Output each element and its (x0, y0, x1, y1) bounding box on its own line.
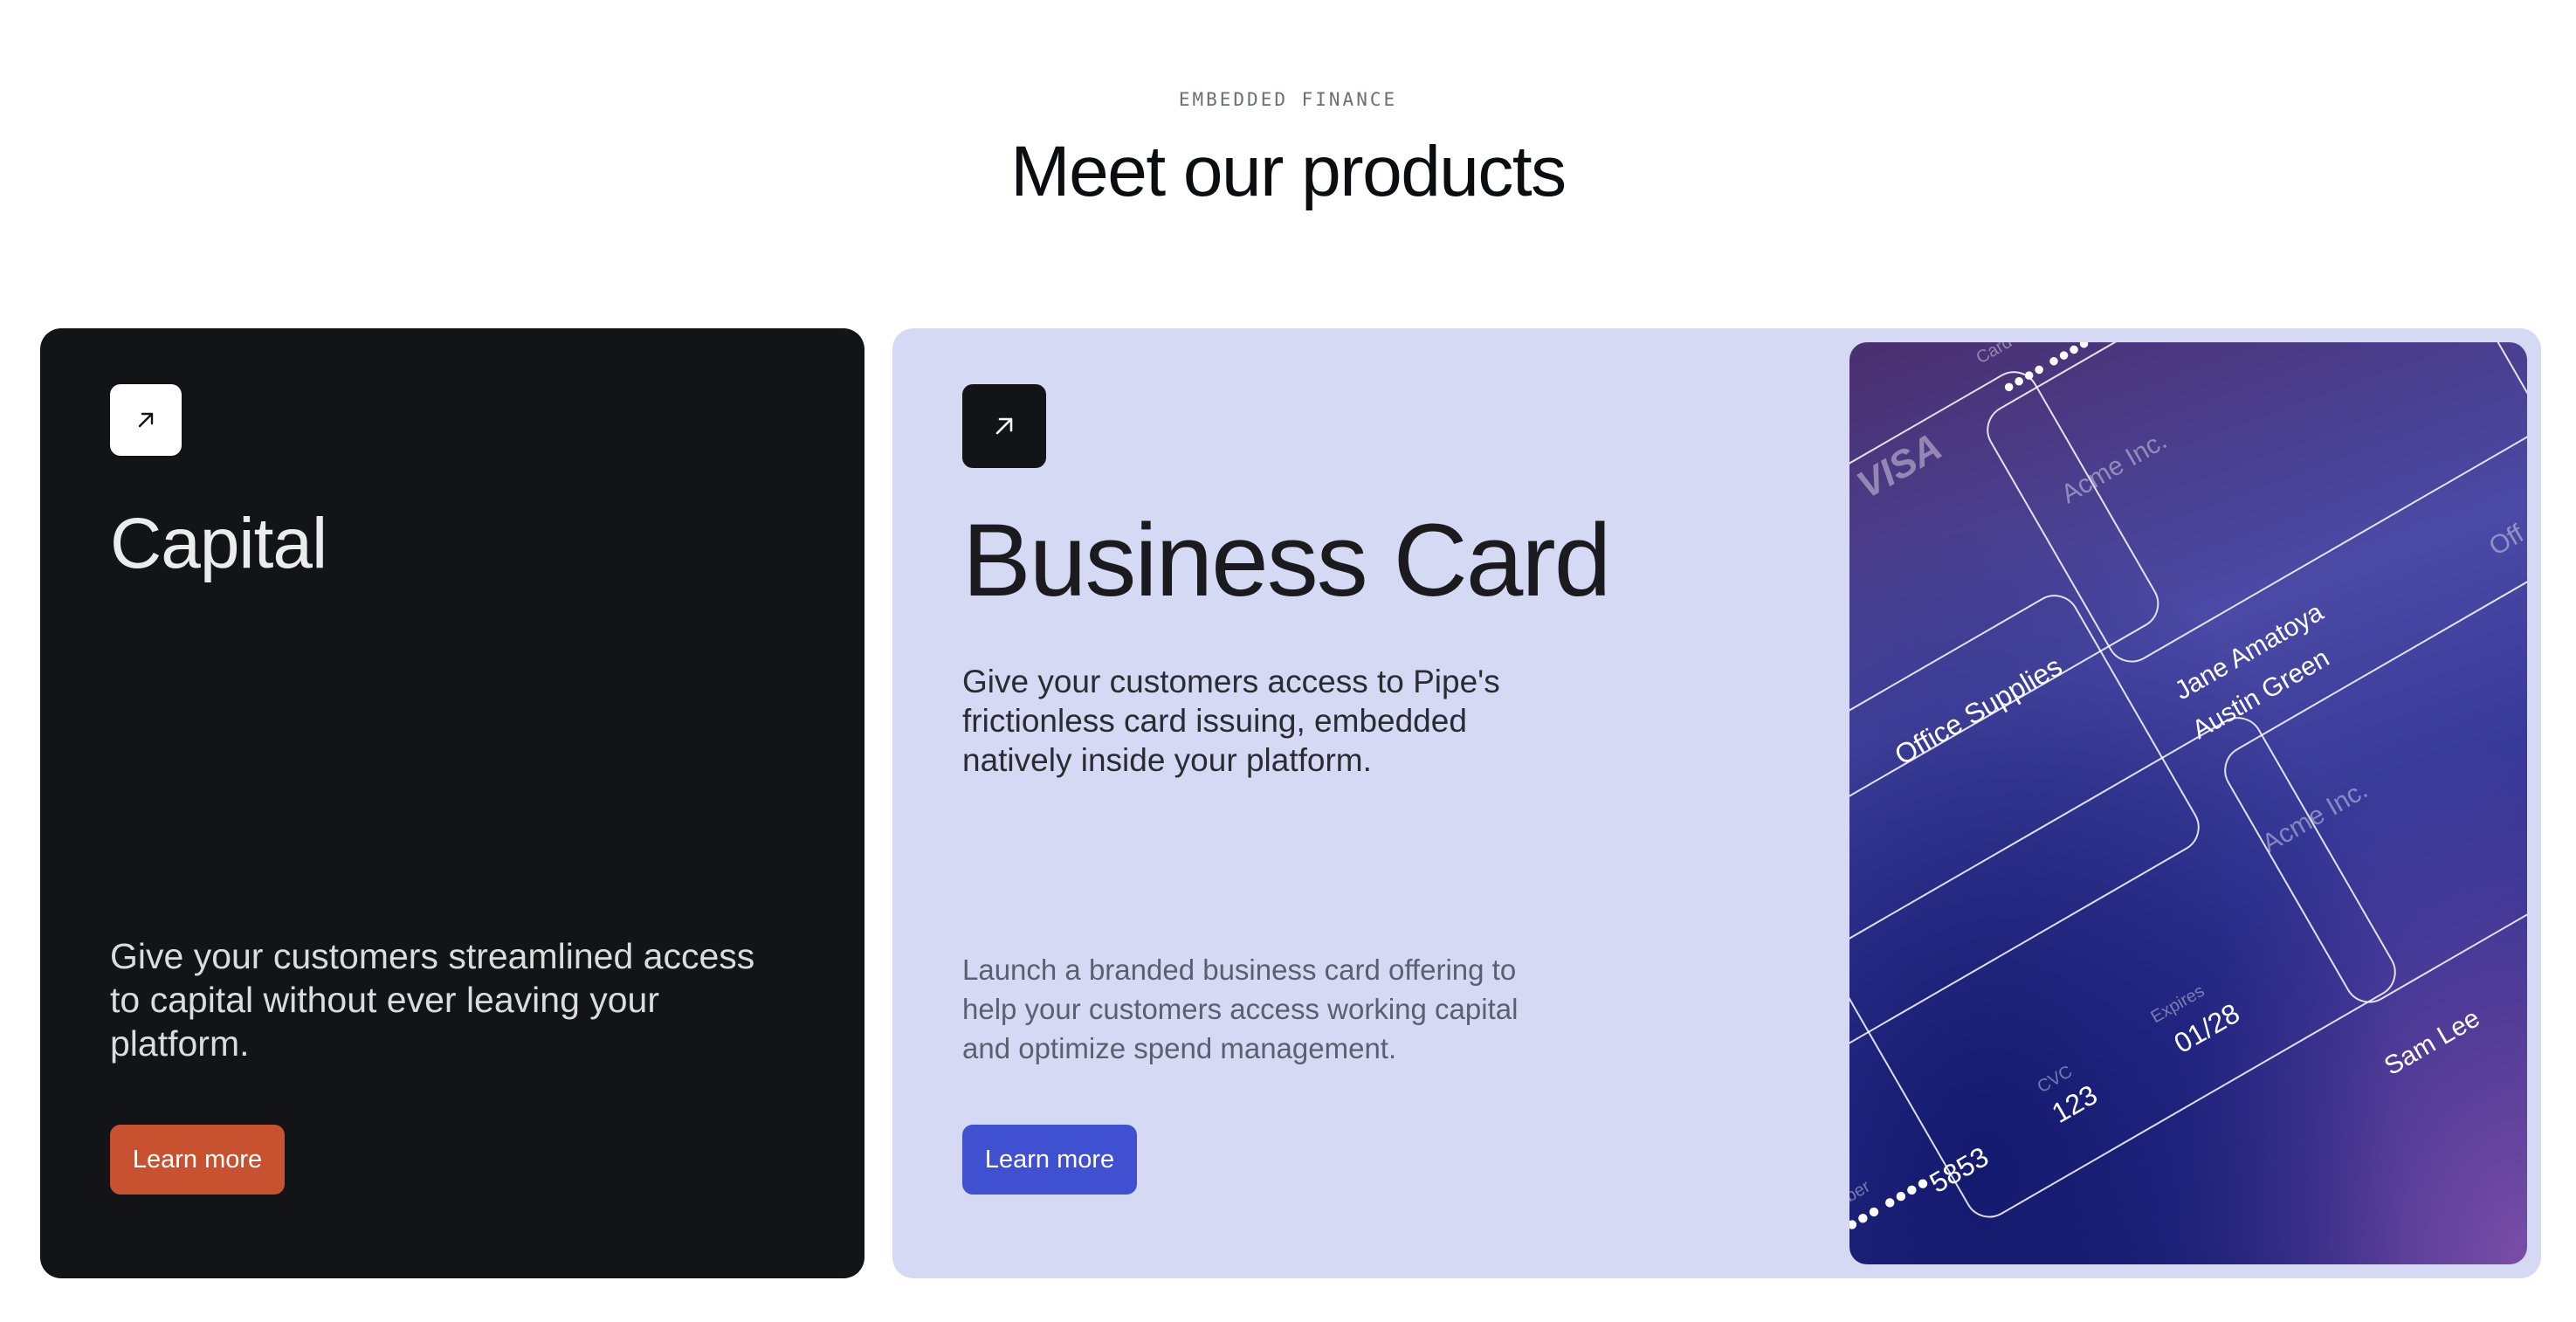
card-number-last4: 5853 (1925, 1140, 1994, 1199)
card-company-3: Off (2484, 519, 2527, 561)
business-card-subtext: Launch a branded business card offering … (962, 954, 1519, 1064)
business-card-card[interactable]: Business Card Give your customers access… (892, 328, 2541, 1278)
capital-card[interactable]: Capital Give your customers streamlined … (40, 328, 864, 1278)
arrow-up-right-icon[interactable] (962, 384, 1046, 468)
capital-title: Capital (110, 504, 327, 583)
business-card-learn-more-button[interactable]: Learn more (962, 1125, 1137, 1195)
section-title: Meet our products (1010, 132, 1567, 211)
card-company-2: Acme Inc. (2257, 775, 2373, 858)
capital-learn-more-button[interactable]: Learn more (110, 1125, 285, 1195)
cards-illustration: VISA Acme Inc. Acme Inc. Off Office Supp… (1849, 342, 2527, 1264)
section-eyebrow: EMBEDDED FINANCE (1178, 89, 1398, 110)
card-name-sam: Sam Lee (2380, 1003, 2484, 1081)
business-card-title: Business Card (962, 503, 1611, 618)
card-top-label: Card (1973, 342, 2016, 368)
business-card-description: Give your customers access to Pipe's fri… (962, 664, 1500, 778)
card-brand: VISA (1850, 425, 1949, 507)
capital-description: Give your customers streamlined access t… (110, 936, 755, 1064)
card-label-office: Office Supplies (1890, 651, 2068, 771)
arrow-up-right-icon[interactable] (110, 384, 182, 456)
card-company-1: Acme Inc. (2056, 426, 2172, 509)
